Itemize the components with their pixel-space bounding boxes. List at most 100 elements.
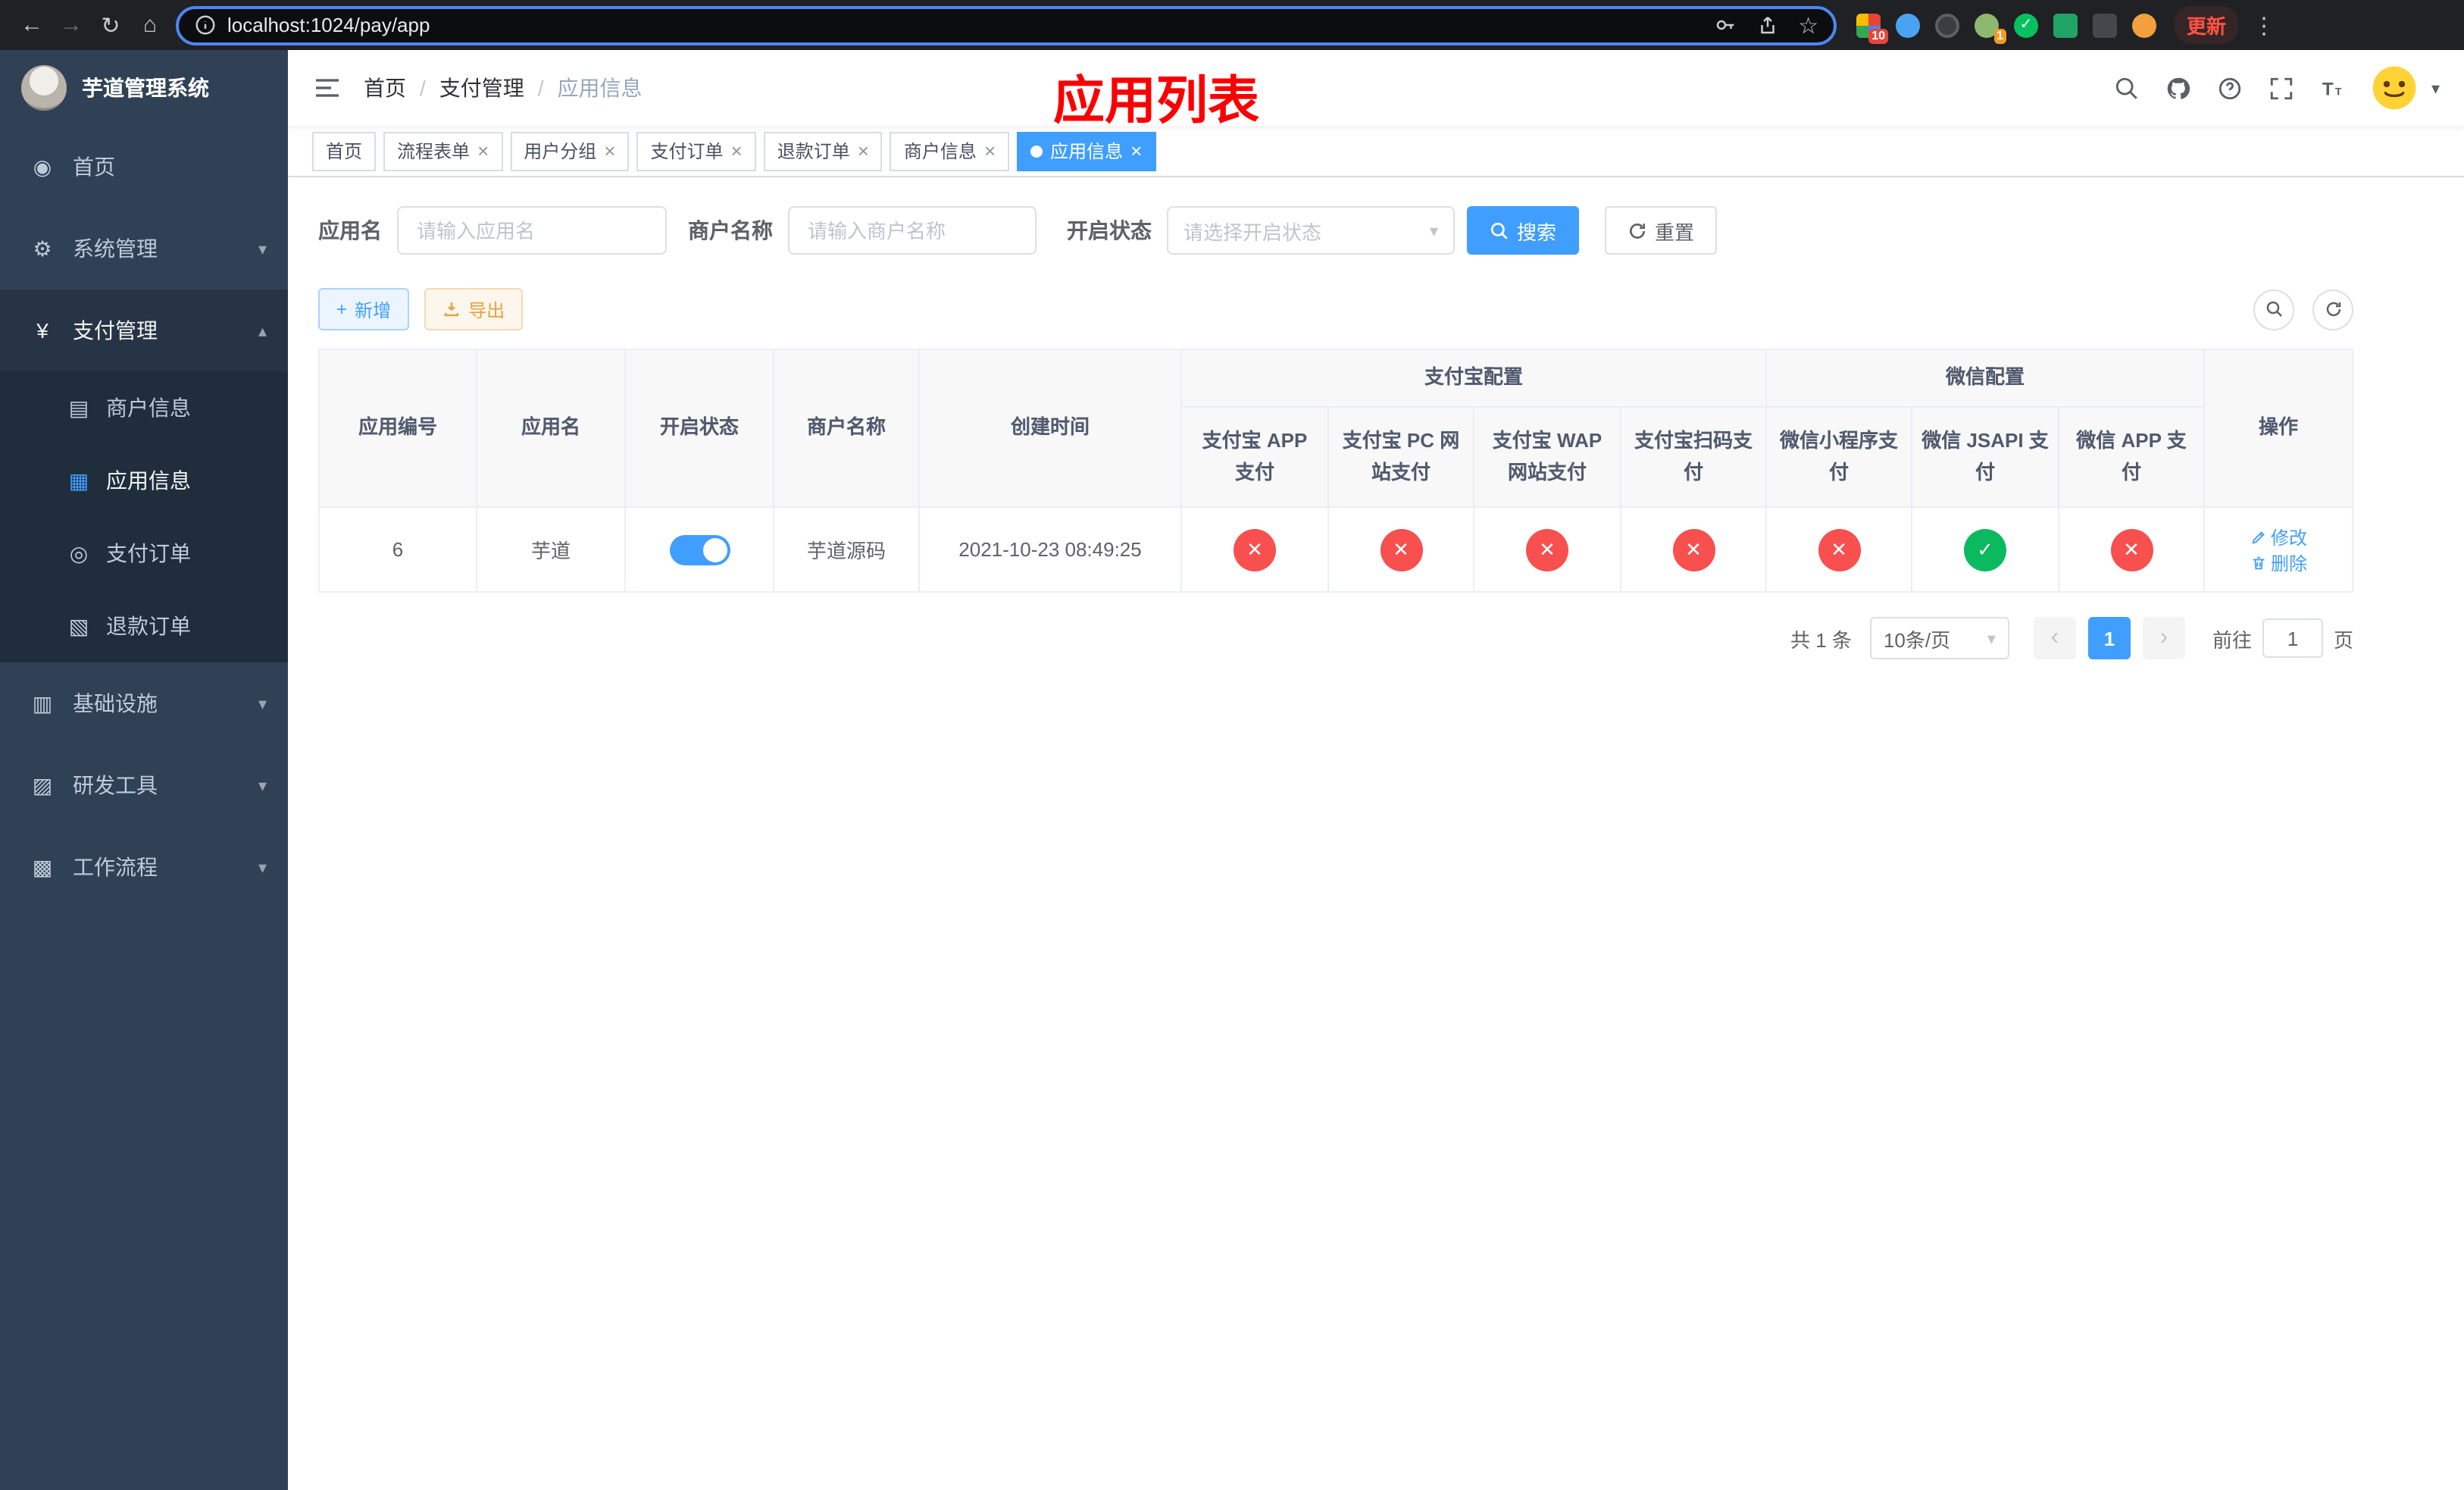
add-button[interactable]: + 新增 [318, 288, 410, 330]
fullscreen-icon[interactable] [2269, 75, 2295, 101]
status-toggle[interactable] [669, 534, 730, 565]
sidebar-item-app-info[interactable]: ▦ 应用信息 [0, 444, 288, 517]
extension-icon[interactable]: 10 [1856, 13, 1888, 43]
current-page-button[interactable]: 1 [2087, 617, 2131, 659]
select-caret-icon: ▾ [1987, 630, 1996, 648]
download-icon [444, 302, 459, 317]
sidebar-item-pay-order[interactable]: ◎ 支付订单 [0, 517, 288, 590]
sidebar-item-workflow[interactable]: ▩ 工作流程 ▾ [0, 826, 288, 908]
tab-close-icon[interactable]: × [858, 141, 869, 161]
tab-close-icon[interactable]: × [1130, 141, 1142, 161]
user-avatar[interactable] [2372, 65, 2418, 111]
cell-create-time: 2021-10-23 08:49:25 [918, 506, 1182, 593]
github-icon[interactable] [2166, 75, 2192, 101]
page-size-select[interactable]: 10条/页 ▾ [1869, 617, 2009, 659]
delete-link[interactable]: 删除 [2250, 549, 2307, 575]
search-icon[interactable] [2115, 75, 2140, 101]
tab-merchant-info[interactable]: 商户信息 × [890, 131, 1010, 171]
sidebar-item-payment[interactable]: ¥ 支付管理 ▴ [0, 290, 288, 371]
refresh-icon [2325, 302, 2340, 317]
tab-process-form[interactable]: 流程表单 × [383, 131, 503, 171]
avatar-caret-icon[interactable]: ▾ [2431, 78, 2440, 98]
group-header-wechat: 微信配置 [1765, 349, 2206, 408]
merchant-name-input[interactable] [788, 206, 1037, 255]
status-label: 开启状态 [1067, 218, 1152, 243]
site-info-icon[interactable] [194, 14, 217, 36]
breadcrumb-item[interactable]: 首页 [364, 73, 406, 103]
sidebar-item-label: 退款订单 [106, 614, 191, 638]
filter-form: 应用名 商户名称 开启状态 请选择开启状态 ▾ 搜索 [318, 206, 2353, 255]
chrome-menu-icon[interactable]: ⋮ [2244, 11, 2284, 39]
export-button[interactable]: 导出 [424, 288, 524, 330]
tab-label: 支付订单 [650, 141, 724, 162]
refresh-table-button[interactable] [2312, 289, 2353, 330]
extension-badge: 1 [1993, 28, 2006, 43]
table-toolbar: + 新增 导出 [318, 288, 2353, 330]
help-icon[interactable] [2218, 75, 2244, 101]
search-button[interactable]: 搜索 [1467, 206, 1580, 255]
annotation-title: 应用列表 [1053, 73, 1259, 130]
app-logo: 芋道管理系统 [0, 50, 288, 126]
goto-label: 前往 [2212, 628, 2252, 651]
extension-icon[interactable] [2053, 13, 2078, 37]
prev-page-button[interactable]: ‹ [2033, 617, 2076, 659]
tab-pay-order[interactable]: 支付订单 × [636, 131, 756, 171]
tab-close-icon[interactable]: × [731, 141, 743, 161]
extension-icon[interactable] [1935, 13, 1959, 37]
share-icon[interactable] [1756, 14, 1778, 36]
sidebar-menu: ◉ 首页 ⚙ 系统管理 ▾ ¥ 支付管理 ▴ ▤ 商户信息 ▦ 应用信息 ◎ 支… [0, 126, 288, 908]
tab-close-icon[interactable]: × [984, 141, 996, 161]
reload-icon[interactable]: ↻ [91, 11, 130, 39]
home-icon[interactable]: ⌂ [130, 12, 170, 38]
sidebar-item-home[interactable]: ◉ 首页 [0, 126, 288, 208]
tab-user-group[interactable]: 用户分组 × [510, 131, 630, 171]
status-select[interactable]: 请选择开启状态 ▾ [1167, 206, 1455, 255]
breadcrumb-item[interactable]: 支付管理 [439, 73, 524, 103]
extension-icon[interactable]: 1 [1975, 13, 2006, 43]
sidebar-item-merchant-info[interactable]: ▤ 商户信息 [0, 371, 288, 444]
table-row: 6 芋道 芋道源码 2021-10-23 08:49:25 ✕ ✕ ✕ ✕ ✕ … [318, 506, 2354, 593]
goto-page-input[interactable] [2262, 618, 2323, 658]
back-icon[interactable]: ← [12, 12, 52, 38]
svg-text:T: T [2323, 79, 2334, 99]
sidebar-item-devtools[interactable]: ▨ 研发工具 ▾ [0, 744, 288, 826]
merchant-name-label: 商户名称 [688, 218, 773, 243]
font-size-icon[interactable]: T T [2321, 75, 2347, 101]
chevron-down-icon: ▾ [258, 777, 267, 795]
extension-icon[interactable]: ✓ [2014, 13, 2038, 37]
extension-icon[interactable] [1896, 13, 1920, 37]
sidebar-item-system[interactable]: ⚙ 系统管理 ▾ [0, 208, 288, 290]
hamburger-icon[interactable] [312, 73, 342, 103]
chrome-update-button[interactable]: 更新 [2175, 6, 2239, 44]
sidebar: 芋道管理系统 ◉ 首页 ⚙ 系统管理 ▾ ¥ 支付管理 ▴ ▤ 商户信息 ▦ 应… [0, 50, 288, 1490]
yen-icon: ¥ [36, 318, 48, 343]
breadcrumb-separator: / [537, 76, 544, 100]
sidebar-item-refund-order[interactable]: ▧ 退款订单 [0, 590, 288, 662]
extension-icon[interactable] [2093, 13, 2117, 37]
tab-app-info[interactable]: 应用信息 × [1017, 131, 1156, 171]
tab-refund-order[interactable]: 退款订单 × [763, 131, 883, 171]
sidebar-item-label: 系统管理 [73, 236, 158, 261]
bookmark-star-icon[interactable]: ☆ [1798, 11, 1818, 39]
next-page-button[interactable]: › [2142, 617, 2185, 659]
sidebar-item-label: 支付管理 [73, 318, 158, 343]
app-name-input[interactable] [397, 206, 667, 255]
extension-icon[interactable] [2132, 13, 2156, 37]
address-bar[interactable]: localhost:1024/pay/app ☆ [176, 5, 1837, 45]
tab-close-icon[interactable]: × [604, 141, 615, 161]
alipay-qr-status-icon: ✕ [1672, 528, 1715, 571]
sidebar-item-infra[interactable]: ▥ 基础设施 ▾ [0, 662, 288, 744]
toggle-search-button[interactable] [2253, 289, 2294, 330]
reset-button[interactable]: 重置 [1605, 206, 1718, 255]
tab-close-icon[interactable]: × [477, 141, 489, 161]
svg-text:T: T [2336, 86, 2343, 98]
chevron-up-icon: ▴ [258, 322, 267, 340]
password-key-icon[interactable] [1713, 14, 1736, 36]
tab-label: 商户信息 [903, 141, 977, 162]
pagination: 共 1 条 10条/页 ▾ ‹ 1 › 前往 页 [318, 617, 2353, 659]
tab-home[interactable]: 首页 [312, 131, 377, 171]
navbar-actions: T T ▾ [2115, 65, 2440, 111]
forward-icon[interactable]: → [52, 12, 91, 38]
edit-pencil-icon [2251, 531, 2264, 543]
edit-link[interactable]: 修改 [2250, 524, 2307, 549]
